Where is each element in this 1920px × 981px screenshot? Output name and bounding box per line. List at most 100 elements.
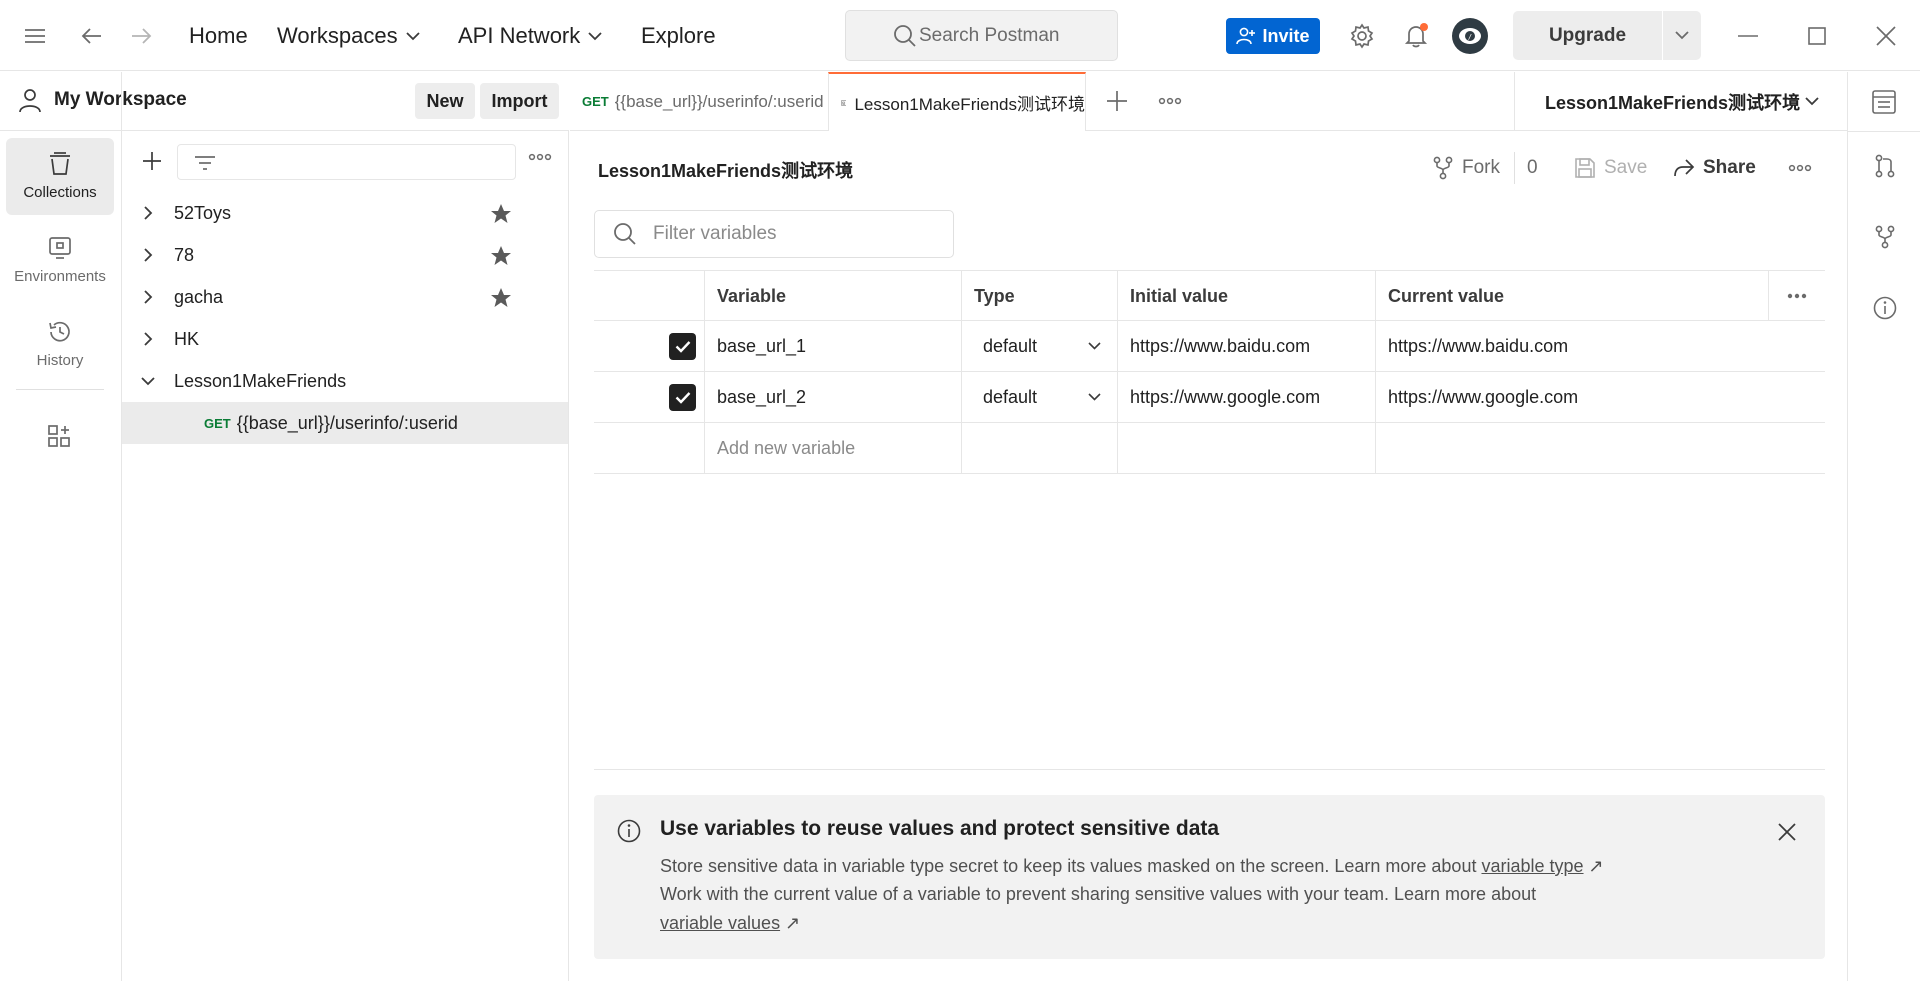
nav-api-network[interactable]: API Network bbox=[458, 20, 602, 52]
search-input[interactable]: Search Postman bbox=[845, 10, 1118, 61]
right-rail-divider bbox=[1848, 131, 1920, 132]
import-button[interactable]: Import bbox=[480, 83, 559, 119]
variable-name-cell[interactable]: base_url_1 bbox=[704, 321, 962, 371]
table-header-row: Variable Type Initial value Current valu… bbox=[594, 270, 1825, 321]
info-icon bbox=[617, 819, 641, 843]
chevron-right-icon[interactable] bbox=[122, 290, 174, 304]
new-tab-plus-icon[interactable] bbox=[1106, 90, 1128, 112]
tabs-more-icon[interactable] bbox=[1158, 97, 1182, 105]
tab-environment-label: Lesson1MakeFriends测试环境 bbox=[854, 95, 1085, 114]
forward-arrow-icon[interactable] bbox=[125, 20, 157, 52]
table-row: base_url_1 default https://www.baidu.com… bbox=[594, 321, 1825, 372]
close-banner-icon[interactable] bbox=[1778, 823, 1796, 841]
enable-checkbox[interactable] bbox=[669, 333, 696, 360]
fork-branch-icon[interactable] bbox=[1874, 225, 1896, 249]
right-rail bbox=[1847, 72, 1920, 981]
filter-placeholder: Filter variables bbox=[653, 223, 777, 244]
enable-checkbox[interactable] bbox=[669, 384, 696, 411]
environment-title[interactable]: Lesson1MakeFriends测试环境 bbox=[598, 157, 853, 183]
rail-collections[interactable]: Collections bbox=[6, 138, 114, 215]
settings-gear-icon[interactable] bbox=[1346, 20, 1378, 52]
notification-bell-icon[interactable] bbox=[1400, 20, 1432, 52]
nav-explore[interactable]: Explore bbox=[641, 20, 716, 52]
chevron-right-icon[interactable] bbox=[122, 332, 174, 346]
add-variable-input[interactable]: Add new variable bbox=[704, 423, 962, 473]
rail-divider bbox=[16, 389, 104, 390]
nav-workspaces[interactable]: Workspaces bbox=[277, 20, 420, 52]
chevron-right-icon[interactable] bbox=[122, 248, 174, 262]
star-icon[interactable] bbox=[490, 245, 512, 266]
upgrade-dropdown[interactable] bbox=[1663, 11, 1701, 60]
variable-type-link[interactable]: variable type bbox=[1481, 856, 1583, 876]
external-link-icon: ↗ bbox=[785, 913, 801, 933]
chevron-right-icon[interactable] bbox=[122, 206, 174, 220]
table-more-icon[interactable] bbox=[1768, 271, 1825, 321]
environment-quicklook-icon[interactable] bbox=[1872, 90, 1896, 114]
current-value-cell[interactable]: https://www.google.com bbox=[1375, 372, 1825, 422]
tab-request[interactable]: GET {{base_url}}/userinfo/:userid bbox=[582, 72, 828, 131]
pull-request-icon[interactable] bbox=[1874, 154, 1896, 178]
add-initial-cell[interactable] bbox=[1117, 423, 1376, 473]
share-button[interactable]: Share bbox=[1673, 152, 1756, 184]
sidebar-item-hk[interactable]: HK bbox=[122, 318, 568, 360]
tab-environment[interactable]: Lesson1MakeFriends测试环境 bbox=[828, 72, 1086, 131]
minimize-icon[interactable] bbox=[1732, 20, 1764, 52]
check-icon bbox=[675, 392, 690, 404]
info-icon[interactable] bbox=[1873, 296, 1897, 320]
add-current-cell[interactable] bbox=[1375, 423, 1825, 473]
initial-value-cell[interactable]: https://www.baidu.com bbox=[1117, 321, 1376, 371]
type-select[interactable]: default bbox=[961, 321, 1118, 371]
add-collection-icon[interactable] bbox=[142, 151, 162, 171]
menu-icon[interactable] bbox=[19, 20, 51, 52]
apps-grid-icon[interactable] bbox=[47, 424, 71, 448]
sidebar-request-item[interactable]: GET {{base_url}}/userinfo/:userid bbox=[122, 402, 568, 444]
sidebar-filter-input[interactable] bbox=[177, 144, 516, 180]
save-button[interactable]: Save bbox=[1574, 152, 1647, 184]
fork-divider bbox=[1514, 152, 1515, 184]
back-arrow-icon[interactable] bbox=[76, 20, 108, 52]
star-icon[interactable] bbox=[490, 287, 512, 308]
banner-line-3: variable values ↗ bbox=[660, 913, 800, 934]
filter-variables-input[interactable]: Filter variables bbox=[594, 210, 954, 258]
new-button[interactable]: New bbox=[415, 83, 475, 119]
avatar[interactable]: / bbox=[1451, 17, 1489, 55]
close-window-icon[interactable] bbox=[1870, 20, 1902, 52]
fork-button[interactable]: Fork bbox=[1432, 152, 1500, 184]
chevron-down-icon[interactable] bbox=[122, 376, 174, 386]
current-value-cell[interactable]: https://www.baidu.com bbox=[1375, 321, 1825, 371]
left-rail: Collections Environments History bbox=[0, 72, 122, 981]
rail-history-label: History bbox=[36, 352, 84, 369]
add-type-cell[interactable] bbox=[961, 423, 1118, 473]
variable-values-link[interactable]: variable values bbox=[660, 913, 780, 933]
sidebar-item-52toys[interactable]: 52Toys bbox=[122, 192, 568, 234]
environment-selector[interactable]: Lesson1MakeFriends测试环境 bbox=[1545, 72, 1845, 131]
request-label: {{base_url}}/userinfo/:userid bbox=[236, 412, 458, 433]
fork-label: Fork bbox=[1462, 157, 1500, 178]
rail-history[interactable]: History bbox=[6, 306, 114, 383]
sidebar-item-lesson1makefriends[interactable]: Lesson1MakeFriends bbox=[122, 360, 568, 402]
history-icon bbox=[49, 321, 70, 342]
maximize-icon[interactable] bbox=[1801, 20, 1833, 52]
star-icon[interactable] bbox=[490, 203, 512, 224]
invite-button[interactable]: Invite bbox=[1226, 18, 1320, 54]
invite-label: Invite bbox=[1262, 25, 1310, 46]
sidebar-item-78[interactable]: 78 bbox=[122, 234, 568, 276]
fork-icon bbox=[1433, 156, 1453, 180]
sidebar-item-gacha[interactable]: gacha bbox=[122, 276, 568, 318]
rail-environments[interactable]: Environments bbox=[6, 222, 114, 299]
variable-name-cell[interactable]: base_url_2 bbox=[704, 372, 962, 422]
search-icon bbox=[894, 25, 916, 47]
collections-sidebar: 52Toys 78 gacha HK Lesson1MakeFriends GE… bbox=[122, 131, 569, 981]
tabs-bar: GET {{base_url}}/userinfo/:userid Lesson… bbox=[570, 72, 1847, 131]
save-label: Save bbox=[1604, 157, 1648, 178]
header-more-icon[interactable] bbox=[1788, 164, 1812, 172]
upgrade-button[interactable]: Upgrade bbox=[1513, 11, 1662, 60]
nav-home[interactable]: Home bbox=[189, 20, 248, 52]
initial-value-cell[interactable]: https://www.google.com bbox=[1117, 372, 1376, 422]
environment-selector-label: Lesson1MakeFriends测试环境 bbox=[1545, 92, 1801, 113]
share-icon bbox=[1674, 159, 1695, 177]
sidebar-item-label: Lesson1MakeFriends bbox=[174, 370, 347, 391]
type-select[interactable]: default bbox=[961, 372, 1118, 422]
sidebar-more-icon[interactable] bbox=[528, 153, 552, 161]
nav-home-label: Home bbox=[189, 23, 248, 48]
